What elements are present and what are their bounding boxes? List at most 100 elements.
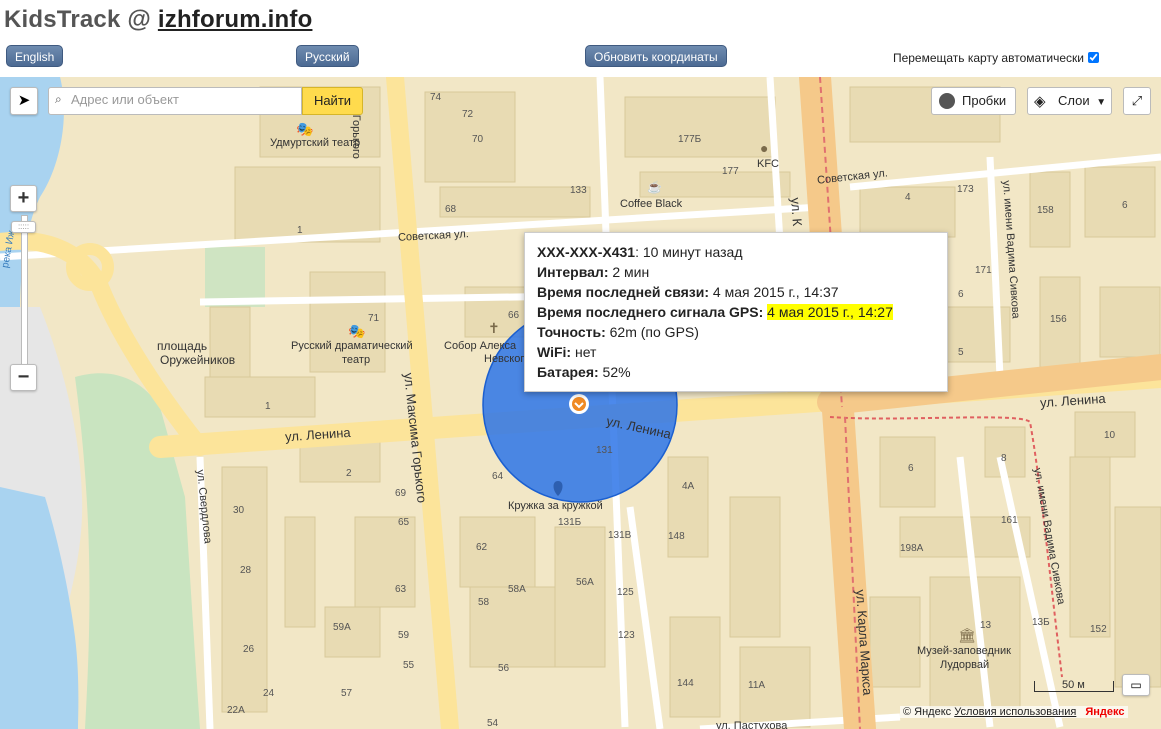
english-button[interactable]: English [6,45,64,67]
church-icon: ✝ [488,320,500,336]
last-gps-label: Время последнего сигнала GPS: [537,304,764,320]
wifi-value: нет [571,344,597,360]
label-museum-2: Лудорвай [940,659,990,671]
label-karla-marksa-top: ул. К [788,197,805,227]
house-number: 5 [958,347,964,358]
accuracy-label: Точность: [537,324,606,340]
label-pastukhova: ул. Пастухова [716,720,788,729]
wifi-label: WiFi: [537,344,572,360]
house-number: 133 [570,185,587,196]
terms-link[interactable]: Условия использования [954,706,1076,718]
popup-device-row: XXX-XXX-X431: 10 минут назад [537,242,935,262]
traffic-label: Пробки [962,93,1007,108]
house-number: 158 [1037,205,1054,216]
theatre-icon: 🎭 [348,323,366,339]
battery-value: 52% [598,364,631,380]
locate-me-button[interactable]: ➤ [10,87,38,115]
house-number: 22A [227,705,245,716]
ruler-button[interactable]: ▭ [1122,674,1150,696]
house-number: 6 [1122,200,1128,211]
house-number: 56A [576,577,594,588]
house-number: 65 [398,517,410,528]
map-attribution: © Яндекс Условия использования Яндекс [900,706,1128,718]
zoom-slider-handle[interactable]: ::::: [11,221,36,233]
house-number: 10 [1104,430,1116,441]
house-number: 59 [398,630,410,641]
label-rus-theatre-2: театр [342,354,371,366]
search-placeholder: Адрес или объект [71,92,179,107]
house-number: 6 [958,289,964,300]
label-coffee-black: Coffee Black [620,198,683,210]
house-number: 71 [368,313,380,324]
house-number: 144 [677,678,694,689]
label-udm-theatre: Удмуртский театр [270,137,361,149]
map-view[interactable]: Удмуртский театр KFC Coffee Black Советс… [0,77,1161,729]
house-number: 131 [596,445,613,456]
traffic-icon [939,93,955,109]
interval-value: 2 мин [608,264,650,280]
search-icon: ⌕ [55,92,62,106]
auto-move-toggle[interactable]: Перемещать карту автоматически [893,51,1099,65]
russian-button[interactable]: Русский [296,45,359,67]
house-number: 28 [240,565,252,576]
label-sobor: Собор Алекса [444,340,517,352]
label-kruzhka: Кружка за кружкой [508,500,603,512]
house-number: 57 [341,688,353,699]
zoom-out-button[interactable]: − [10,364,37,391]
house-number: 177Б [678,134,702,145]
fullscreen-button[interactable]: ⤢ [1123,87,1151,115]
house-number: 63 [395,584,407,595]
house-number: 8 [1001,453,1007,464]
house-number: 171 [975,265,992,276]
house-number: 156 [1050,314,1067,325]
coffee-icon: ☕ [647,180,662,194]
scale-label: 50 м [1060,679,1087,691]
house-number: 161 [1001,515,1018,526]
house-number: 148 [668,531,685,542]
house-number: 58 [478,597,490,608]
house-number: 2 [346,468,352,479]
house-number: 6 [908,463,914,474]
map-search-input[interactable]: ⌕ Адрес или объект [48,87,302,115]
device-id: XXX-XXX-X431 [537,244,636,260]
house-number: 70 [472,134,484,145]
restaurant-icon: ● [760,140,769,156]
refresh-coordinates-button[interactable]: Обновить координаты [585,45,727,67]
layers-button[interactable]: ◈ Слои ▼ [1027,87,1112,115]
house-number: 26 [243,644,255,655]
popup-accuracy-row: Точность: 62m (по GPS) [537,322,935,342]
house-number: 11A [748,680,766,691]
house-number: 62 [476,542,488,553]
house-number: 13 [980,620,992,631]
popup-last-contact-row: Время последней связи: 4 мая 2015 г., 14… [537,282,935,302]
last-contact-value: 4 мая 2015 г., 14:37 [709,284,839,300]
house-number: 74 [430,92,442,103]
zoom-in-button[interactable]: + [10,185,37,212]
title-prefix: KidsTrack @ [4,6,158,33]
label-museum-1: Музей-заповедник [917,645,1011,657]
house-number: 58A [508,584,526,595]
house-number: 4A [682,481,695,492]
popup-battery-row: Батарея: 52% [537,362,935,382]
last-gps-value: 4 мая 2015 г., 14:27 [767,304,893,320]
accuracy-value: 62m (по GPS) [605,324,699,340]
last-contact-label: Время последней связи: [537,284,710,300]
page-title: KidsTrack @ izhforum.info [4,6,312,34]
house-number: 173 [957,184,974,195]
house-number: 69 [395,488,407,499]
device-info-popup: XXX-XXX-X431: 10 минут назад Интервал: 2… [524,232,948,392]
house-number: 125 [617,587,634,598]
theatre-icon: 🎭 [296,121,314,137]
museum-icon: 🏛 [958,627,976,643]
label-ploshchad-2: Оружейников [160,353,236,367]
house-number: 54 [487,718,499,729]
traffic-button[interactable]: Пробки [931,87,1016,115]
site-link[interactable]: izhforum.info [158,6,313,33]
find-button[interactable]: Найти [302,87,363,115]
auto-move-label: Перемещать карту автоматически [892,51,1084,65]
auto-move-checkbox[interactable] [1088,52,1099,63]
zoom-slider-track[interactable] [21,215,28,367]
device-ago: : 10 минут назад [635,244,743,260]
battery-label: Батарея: [537,364,599,380]
label-ploshchad-1: площадь [157,339,208,353]
